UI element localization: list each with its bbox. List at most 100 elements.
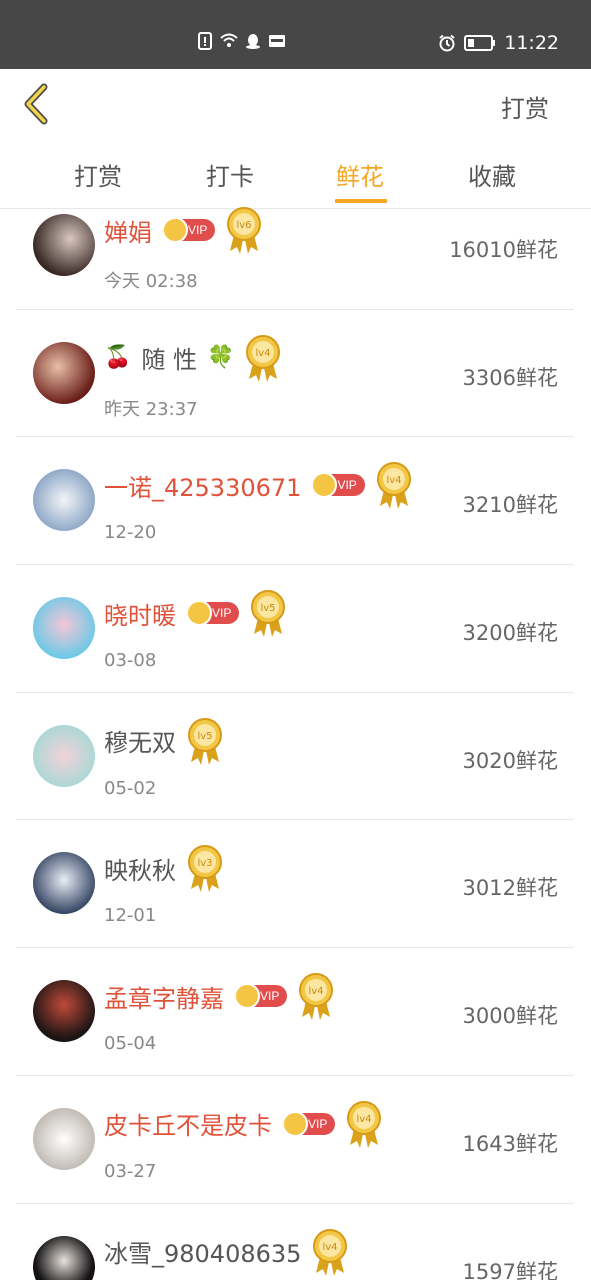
back-button[interactable] [16,79,64,129]
sim-icon [198,32,212,50]
timestamp: 05-02 [104,777,157,799]
level-medal-icon: lv4 [347,1100,382,1148]
alarm-icon [439,34,455,52]
chevron-left-icon [24,83,48,125]
list-item[interactable]: 穆无双 lv5 05-02 3020鲜花 [16,693,574,821]
flower-count: 1597鲜花 [462,1259,558,1280]
level-text: lv6 [237,220,252,231]
avatar[interactable] [33,469,95,532]
name-line: 晓时暖 VIP lv5 [104,590,287,638]
status-icons [196,32,286,50]
timestamp: 03-08 [104,650,157,672]
user-name[interactable]: 皮卡丘不是皮卡 [104,1106,272,1141]
name-line: 皮卡丘不是皮卡 VIP lv4 [104,1100,383,1148]
flower-count: 3200鲜花 [462,621,558,646]
list-item[interactable]: 皮卡丘不是皮卡 VIP lv4 03-27 1643鲜花 [16,1076,574,1204]
name-line: 穆无双 lv5 [104,717,224,765]
level-medal-icon: lv4 [313,1228,348,1276]
user-name[interactable]: 穆无双 [104,723,176,758]
name-line: 映秋秋 lv3 [104,845,224,893]
header: 打赏 [0,69,591,139]
level-medal-icon: lv4 [376,462,411,510]
list-item[interactable]: 婵娟 VIP lv6 今天 02:38 16010鲜花 [16,182,574,310]
vip-badge: VIP [282,1110,336,1137]
list-item[interactable]: 🍒 随 性 🍀 lv4 昨天 23:37 3306鲜花 [16,310,574,438]
name-line: 一诺_425330671 VIP lv4 [104,462,413,510]
flower-count: 16010鲜花 [449,238,558,262]
level-medal-icon: lv4 [246,334,281,382]
timestamp: 今天 02:38 [104,271,198,292]
flower-count: 3012鲜花 [462,876,558,901]
timestamp: 05-04 [104,1033,157,1055]
vip-text: VIP [188,223,208,237]
status-right: 11:22 [438,32,559,54]
list-item[interactable]: 一诺_425330671 VIP lv4 12-20 3210鲜花 [16,437,574,566]
level-text: lv5 [261,603,276,614]
list-item[interactable]: 映秋秋 lv3 12-01 3012鲜花 [16,820,574,949]
flower-count: 3306鲜花 [462,365,558,390]
avatar[interactable] [33,597,95,660]
qq-icon [246,34,260,49]
crown-icon [234,983,260,1010]
level-text: lv3 [197,858,212,869]
list-item[interactable]: 孟章字静嘉 VIP lv4 05-04 3000鲜花 [16,948,574,1076]
avatar[interactable] [33,980,95,1043]
name-line: 🍒 随 性 🍀 lv4 [104,334,282,382]
vip-text: VIP [212,606,232,621]
timestamp: 03-27 [104,1160,157,1182]
sms-icon [269,35,285,47]
level-medal-icon: lv5 [251,590,286,638]
status-bar: 11:22 [0,0,591,69]
vip-badge: VIP [311,472,365,499]
avatar[interactable] [33,341,95,404]
level-medal-icon: lv5 [188,717,222,765]
battery-icon [464,35,496,51]
crown-icon [186,600,212,627]
level-text: lv4 [323,1242,338,1253]
vip-badge: VIP [234,983,288,1010]
avatar[interactable] [33,852,95,915]
name-line: 冰雪_980408635 lv4 [104,1228,349,1276]
level-medal-icon: lv6 [227,207,262,254]
user-name[interactable]: 冰雪_980408635 [104,1234,301,1269]
list-item[interactable]: 冰雪_980408635 lv4 1597鲜花 [16,1204,574,1280]
level-text: lv4 [256,348,271,359]
avatar[interactable] [33,1107,95,1170]
level-text: lv4 [386,475,401,486]
level-text: lv4 [357,1114,372,1125]
level-medal-icon: lv4 [299,973,334,1021]
crown-icon [311,472,338,499]
wifi-icon [220,33,238,47]
avatar[interactable] [33,724,95,787]
user-name[interactable]: 一诺_425330671 [104,468,301,503]
user-name[interactable]: 孟章字静嘉 [104,979,224,1014]
vip-text: VIP [260,989,280,1004]
level-medal-icon: lv3 [188,845,222,893]
flower-count: 3210鲜花 [462,493,558,518]
flower-count: 1643鲜花 [462,1131,558,1156]
flower-count: 3000鲜花 [462,1004,558,1029]
list-item[interactable]: 晓时暖 VIP lv5 03-08 3200鲜花 [16,565,574,693]
header-reward-button[interactable]: 打赏 [501,89,549,124]
user-name[interactable]: 随 性 [141,340,197,375]
crown-icon [162,217,188,243]
clover-icon: 🍀 [207,345,235,371]
avatar[interactable] [33,1235,95,1280]
flower-count: 3020鲜花 [462,748,558,773]
cherry-icon: 🍒 [104,345,132,371]
avatar[interactable] [33,214,95,276]
timestamp: 12-20 [104,522,157,544]
timestamp: 12-01 [104,905,157,927]
status-time: 11:22 [504,32,559,54]
crown-icon [282,1110,308,1137]
vip-badge: VIP [186,600,240,627]
vip-badge: VIP [162,217,216,243]
name-line: 孟章字静嘉 VIP lv4 [104,973,335,1021]
user-name[interactable]: 婵娟 [104,213,152,248]
user-name[interactable]: 晓时暖 [104,596,176,631]
timestamp: 昨天 23:37 [104,398,198,420]
vip-text: VIP [308,1116,328,1131]
vip-text: VIP [337,478,357,493]
user-name[interactable]: 映秋秋 [104,851,176,886]
name-line: 婵娟 VIP lv6 [104,207,263,254]
